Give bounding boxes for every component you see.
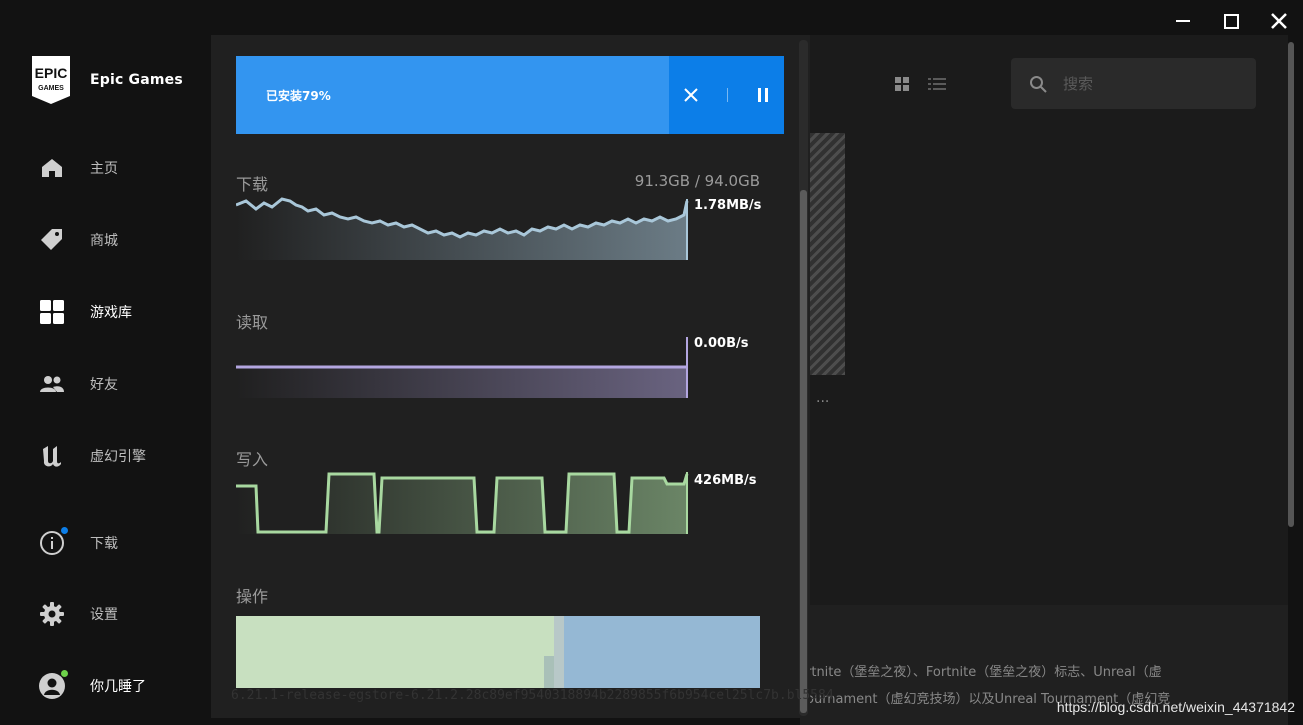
maximize-button[interactable] bbox=[1207, 8, 1255, 34]
download-graph bbox=[236, 197, 689, 260]
minimize-icon bbox=[1176, 20, 1190, 22]
read-rate: 0.00B/s bbox=[694, 336, 749, 351]
unreal-icon bbox=[38, 442, 66, 470]
online-badge bbox=[61, 670, 68, 677]
brand[interactable]: EPIC GAMES Epic Games bbox=[30, 54, 183, 106]
ops-segment-4 bbox=[564, 616, 760, 688]
close-icon bbox=[1271, 13, 1287, 29]
panel-scrollbar-thumb[interactable] bbox=[800, 190, 807, 713]
divider bbox=[727, 88, 728, 102]
sidebar-item-label: 商城 bbox=[90, 233, 118, 249]
tag-icon bbox=[38, 226, 66, 254]
tile-menu-button[interactable]: ... bbox=[816, 390, 829, 406]
search-input[interactable]: 搜索 bbox=[1063, 73, 1093, 94]
version-string: 6.21.1-release-egstore-6.21.2.28c89ef954… bbox=[231, 688, 834, 703]
search-icon bbox=[1030, 75, 1047, 93]
write-graph bbox=[236, 472, 689, 534]
friends-icon bbox=[38, 370, 66, 398]
sidebar-item-store[interactable]: 商城 bbox=[38, 225, 118, 255]
download-rate: 1.78MB/s bbox=[694, 198, 762, 213]
sidebar-item-unreal[interactable]: 虚幻引擎 bbox=[38, 441, 146, 471]
legal-text: rtnite（堡垒之夜）、Fortnite（堡垒之夜）标志、Unreal（虚 bbox=[806, 665, 1162, 680]
game-tile[interactable] bbox=[806, 133, 845, 375]
user-icon bbox=[38, 670, 68, 700]
minimize-button[interactable] bbox=[1159, 8, 1207, 34]
ops-segment-2 bbox=[554, 616, 564, 688]
sidebar-item-friends[interactable]: 好友 bbox=[38, 369, 118, 399]
sidebar-item-user[interactable]: 你几睡了 bbox=[38, 670, 146, 701]
progress-label: 已安装79% bbox=[266, 88, 331, 103]
ops-label: 操作 bbox=[236, 587, 269, 606]
write-label: 写入 bbox=[236, 450, 269, 469]
ops-segment-1 bbox=[236, 616, 554, 688]
sidebar-item-label: 虚幻引擎 bbox=[90, 449, 146, 465]
list-view-button[interactable] bbox=[927, 75, 947, 93]
write-rate: 426MB/s bbox=[694, 473, 757, 488]
progress-actions bbox=[669, 56, 784, 134]
maximize-icon bbox=[1223, 13, 1239, 29]
cancel-button[interactable] bbox=[683, 87, 699, 103]
search-box[interactable]: 搜索 bbox=[1011, 58, 1256, 109]
epic-logo-icon: EPIC GAMES bbox=[32, 56, 70, 104]
sidebar-item-label: 你几睡了 bbox=[90, 679, 146, 695]
view-toggle bbox=[893, 75, 947, 93]
install-progress-bar: 已安装79% bbox=[236, 56, 784, 134]
close-button[interactable] bbox=[1255, 8, 1303, 34]
grid-view-button[interactable] bbox=[893, 75, 911, 93]
grid-view-icon bbox=[895, 77, 909, 91]
sidebar-item-label: 好友 bbox=[90, 377, 118, 393]
sidebar-item-settings[interactable]: 设置 bbox=[38, 599, 118, 629]
download-size: 91.3GB / 94.0GB bbox=[634, 172, 760, 190]
close-icon bbox=[684, 88, 698, 102]
ops-graph bbox=[236, 616, 760, 688]
sidebar-item-label: 游戏库 bbox=[90, 305, 132, 321]
library-scrollbar[interactable] bbox=[1288, 42, 1294, 527]
sidebar-item-home[interactable]: 主页 bbox=[38, 153, 118, 183]
info-icon bbox=[38, 527, 68, 557]
write-graph-fill bbox=[236, 474, 687, 534]
grid-icon bbox=[38, 298, 66, 326]
read-graph bbox=[236, 337, 688, 398]
window-controls bbox=[1159, 8, 1303, 34]
watermark: https://blog.csdn.net/weixin_44371842 bbox=[1056, 699, 1295, 715]
download-label: 下载 bbox=[236, 175, 269, 194]
sidebar: EPIC GAMES Epic Games 主页 商城 游戏库 好友 虚幻引擎 … bbox=[0, 0, 211, 725]
svg-text:GAMES: GAMES bbox=[38, 85, 64, 92]
ops-segment-3 bbox=[544, 656, 554, 688]
home-icon bbox=[38, 154, 66, 182]
sidebar-item-library[interactable]: 游戏库 bbox=[38, 297, 132, 327]
sidebar-item-label: 下载 bbox=[90, 536, 118, 552]
read-label: 读取 bbox=[236, 313, 269, 332]
svg-text:EPIC: EPIC bbox=[35, 65, 68, 81]
brand-name: Epic Games bbox=[90, 72, 183, 88]
gear-icon bbox=[38, 600, 66, 628]
pause-button[interactable] bbox=[756, 87, 770, 103]
pause-icon bbox=[758, 88, 768, 102]
sidebar-item-label: 主页 bbox=[90, 161, 118, 177]
list-view-icon bbox=[928, 78, 946, 90]
read-graph-fill bbox=[236, 366, 687, 398]
sidebar-item-label: 设置 bbox=[90, 607, 118, 623]
download-badge bbox=[61, 527, 68, 534]
sidebar-item-downloads[interactable]: 下载 bbox=[38, 527, 118, 558]
